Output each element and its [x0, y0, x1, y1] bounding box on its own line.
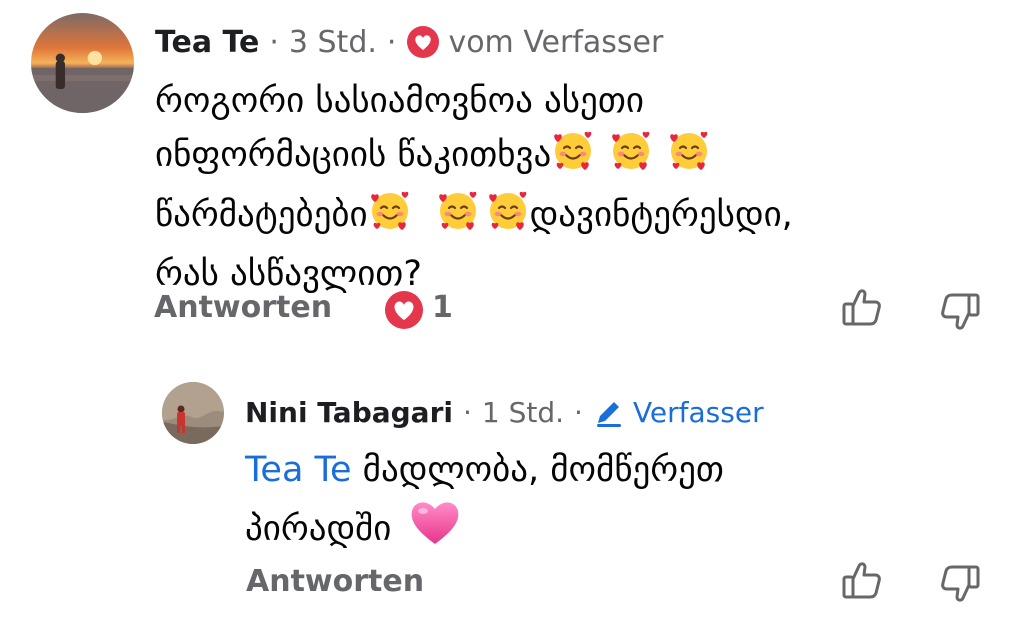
- like-thumbs-up-icon[interactable]: [840, 558, 884, 602]
- dislike-thumbs-down-icon[interactable]: [938, 290, 982, 334]
- rock-avatar-image: [162, 382, 224, 444]
- sunset-avatar-image: [31, 13, 134, 113]
- comment-line: წარმატებები დავინტერესდი,: [155, 188, 793, 248]
- comment-body: როგორი სასიამოვნოა ასეთი ინფორმაციის წაკ…: [155, 75, 793, 301]
- smiling-face-with-hearts-icon: [609, 128, 653, 188]
- reply-header: Nini Tabagari · 1 Std. · Verfasser: [245, 393, 764, 431]
- reply-time[interactable]: 1 Std.: [482, 396, 564, 429]
- author-badge-label: vom Verfasser: [448, 24, 664, 60]
- comment-time[interactable]: 3 Std.: [289, 25, 377, 60]
- dislike-thumbs-down-icon[interactable]: [938, 562, 982, 606]
- like-thumbs-up-icon[interactable]: [840, 285, 884, 329]
- comment-text: რას ასწავლით?: [155, 254, 422, 294]
- separator-dot: ·: [386, 24, 397, 60]
- comment-text: წარმატებები: [155, 195, 368, 235]
- comment-author-name[interactable]: Tea Te: [155, 25, 259, 60]
- pink-heart-icon: [409, 498, 461, 563]
- reply-avatar[interactable]: [162, 382, 224, 444]
- reply-button[interactable]: Antworten: [246, 564, 424, 599]
- reply-button[interactable]: Antworten: [154, 290, 332, 325]
- pencil-icon: [593, 396, 625, 428]
- comment-line: ინფორმაციის წაკითხვა: [155, 128, 793, 188]
- smiling-face-with-hearts-icon: [551, 128, 595, 188]
- comment-text: დავინტერესდი,: [529, 195, 793, 235]
- smiling-face-with-hearts-icon: [436, 188, 480, 248]
- comment-text: ინფორმაციის წაკითხვა: [155, 135, 552, 175]
- reply-body: Tea Te მადლობა, მომწერეთ პირადში: [245, 443, 724, 563]
- mention-link[interactable]: Tea Te: [245, 450, 352, 490]
- reply-text: პირადში: [245, 509, 392, 549]
- reply-line: Tea Te მადლობა, მომწერეთ: [245, 443, 724, 498]
- comment-line: როგორი სასიამოვნოა ასეთი: [155, 75, 793, 128]
- reply-author-name[interactable]: Nini Tabagari: [245, 396, 453, 429]
- author-badge-label: Verfasser: [632, 395, 764, 429]
- smiling-face-with-hearts-icon: [667, 128, 711, 188]
- comment-header: Tea Te · 3 Std. · vom Verfasser: [155, 22, 663, 62]
- comment-text: როგორი სასიამოვნოა ასეთი: [155, 81, 644, 121]
- separator-dot: ·: [574, 395, 583, 429]
- reply-line: პირადში: [245, 498, 724, 563]
- smiling-face-with-hearts-icon: [368, 188, 412, 248]
- separator-dot: ·: [269, 24, 279, 60]
- heart-badge-icon: [406, 25, 440, 59]
- reaction-count[interactable]: 1: [432, 290, 453, 325]
- love-reaction-icon[interactable]: [384, 290, 426, 330]
- commenter-avatar[interactable]: [31, 13, 134, 113]
- reply-text: მადლობა, მომწერეთ: [362, 450, 724, 490]
- smiling-face-with-hearts-icon: [486, 188, 530, 248]
- separator-dot: ·: [462, 395, 472, 429]
